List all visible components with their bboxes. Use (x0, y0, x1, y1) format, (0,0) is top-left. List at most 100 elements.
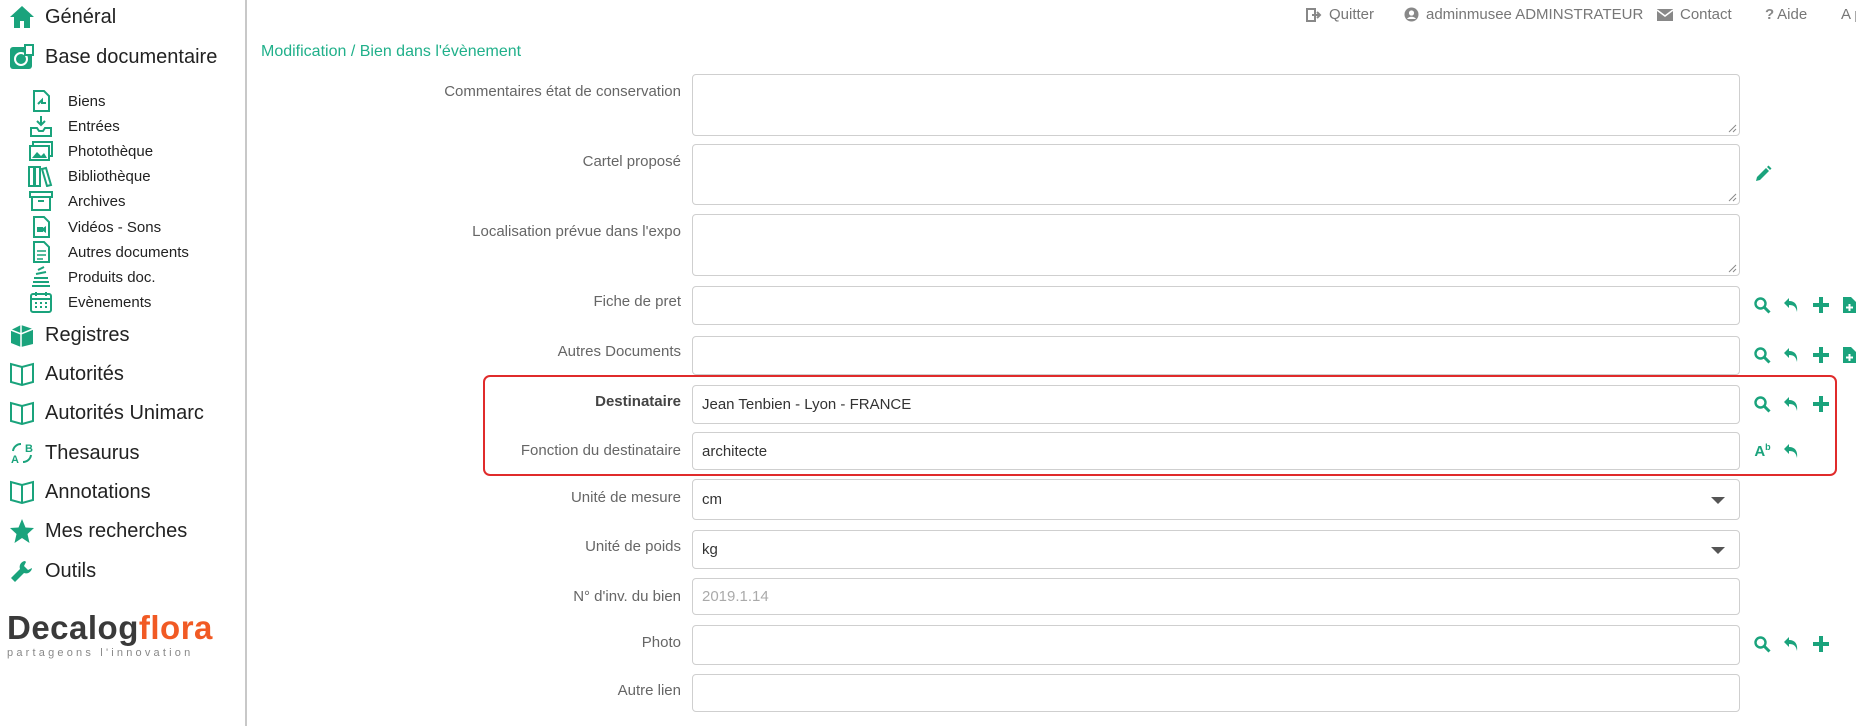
sidebar-item-label: Autorités (45, 362, 124, 385)
unite-poids-select[interactable]: kg (692, 530, 1740, 569)
sidebar-item-evenements[interactable]: Evènements (28, 290, 151, 314)
autre-lien-input[interactable] (692, 674, 1740, 712)
add-button[interactable] (1806, 392, 1835, 416)
file-text-icon (28, 240, 54, 264)
search-button[interactable] (1748, 392, 1777, 416)
file-arrow-icon (28, 89, 54, 113)
search-button[interactable] (1748, 343, 1777, 367)
cartel-textarea[interactable] (692, 144, 1740, 205)
sidebar-item-biens[interactable]: Biens (28, 89, 106, 113)
destinataire-label: Destinataire (595, 393, 681, 410)
sidebar-item-outils[interactable]: Outils (8, 556, 96, 586)
fonction-input[interactable]: architecte (692, 432, 1740, 470)
unite-mesure-select[interactable]: cm (692, 479, 1740, 520)
add-button[interactable] (1806, 293, 1835, 317)
file-plus-icon (1843, 347, 1856, 363)
undo-button[interactable] (1777, 439, 1806, 463)
book-icon (8, 360, 36, 388)
photo-label: Photo (641, 634, 681, 651)
archive-icon (28, 189, 54, 213)
new-document-button[interactable] (1835, 293, 1856, 317)
envelope-icon (1657, 8, 1673, 21)
sidebar-item-phototheque[interactable]: Photothèque (28, 139, 153, 163)
plus-icon (1812, 636, 1829, 652)
contact-link[interactable]: Contact (1657, 6, 1732, 23)
undo-button[interactable] (1777, 632, 1806, 656)
autre-lien-label: Autre lien (617, 682, 681, 699)
add-button[interactable] (1806, 632, 1835, 656)
video-file-icon (28, 215, 54, 239)
search-button[interactable] (1748, 293, 1777, 317)
add-button[interactable] (1806, 343, 1835, 367)
destinataire-actions (1748, 392, 1835, 416)
help-label: Aide (1777, 6, 1808, 23)
sidebar-item-autorites[interactable]: Autorités (8, 359, 124, 389)
sidebar-item-thesaurus[interactable]: AB Thesaurus (8, 438, 140, 468)
destinataire-value: Jean Tenbien - Lyon - FRANCE (702, 396, 912, 413)
help-link[interactable]: ? Aide (1765, 6, 1807, 23)
sidebar-item-mes-recherches[interactable]: Mes recherches (8, 516, 187, 546)
sidebar-item-videos-sons[interactable]: Vidéos - Sons (28, 215, 161, 239)
question-icon: ? (1765, 6, 1775, 23)
inventory-number-input: 2019.1.14 (692, 578, 1740, 615)
resize-handle-icon (1728, 124, 1737, 133)
fiche-actions (1748, 293, 1856, 317)
unite-poids-label: Unité de poids (585, 538, 681, 555)
user-link[interactable]: adminmusee ADMINSTRATEUR (1404, 6, 1643, 23)
undo-button[interactable] (1777, 392, 1806, 416)
top-bar: Quitter adminmusee ADMINSTRATEUR Contact… (1300, 6, 1856, 26)
pencil-icon (1755, 165, 1771, 181)
documents-icon (8, 43, 36, 71)
sidebar-item-base-documentaire[interactable]: Base documentaire (8, 42, 217, 72)
truncated-link[interactable]: A p (1841, 6, 1856, 23)
plus-icon (1812, 347, 1829, 363)
sidebar-item-annotations[interactable]: Annotations (8, 477, 151, 507)
sidebar-item-label: Annotations (45, 480, 151, 503)
sidebar-item-autorites-unimarc[interactable]: Autorités Unimarc (8, 398, 204, 428)
comments-textarea[interactable] (692, 74, 1740, 136)
user-label: adminmusee ADMINSTRATEUR (1426, 6, 1644, 23)
undo-button[interactable] (1777, 343, 1806, 367)
undo-icon (1784, 637, 1798, 651)
fiche-input[interactable] (692, 286, 1740, 325)
logo-part2: flora (138, 609, 213, 646)
plus-icon (1812, 396, 1829, 412)
svg-text:A: A (11, 454, 19, 465)
sidebar-item-bibliotheque[interactable]: Bibliothèque (28, 164, 151, 188)
search-button[interactable] (1748, 632, 1777, 656)
stack-icon (28, 265, 54, 289)
autres-documents-input[interactable] (692, 336, 1740, 375)
localisation-textarea[interactable] (692, 214, 1740, 276)
sidebar-item-registres[interactable]: Registres (8, 320, 129, 350)
undo-button[interactable] (1777, 293, 1806, 317)
sidebar-item-entrees[interactable]: Entrées (28, 114, 120, 138)
quit-link[interactable]: Quitter (1306, 6, 1374, 23)
fonction-value: architecte (702, 442, 768, 460)
text-format-button[interactable]: Ab (1748, 439, 1777, 463)
svg-text:B: B (25, 443, 33, 455)
quit-label: Quitter (1329, 6, 1375, 23)
logo-part1: Decalog (7, 609, 139, 646)
sidebar-item-archives[interactable]: Archives (28, 189, 126, 213)
new-document-button[interactable] (1835, 343, 1856, 367)
sidebar-item-produits-doc[interactable]: Produits doc. (28, 265, 156, 289)
search-icon (1754, 635, 1771, 653)
sidebar-item-label: Vidéos - Sons (68, 218, 162, 236)
photo-actions (1748, 632, 1835, 656)
edit-button[interactable] (1748, 162, 1777, 186)
photo-input[interactable] (692, 625, 1740, 665)
library-icon (28, 164, 54, 188)
sidebar-item-label: Photothèque (68, 142, 154, 160)
calendar-icon (28, 290, 54, 314)
cartel-label: Cartel proposé (582, 153, 681, 170)
destinataire-input[interactable]: Jean Tenbien - Lyon - FRANCE (692, 385, 1740, 424)
sidebar-item-label: Mes recherches (45, 519, 188, 542)
autres-documents-label: Autres Documents (557, 343, 681, 360)
sidebar-item-general[interactable]: Général (8, 2, 116, 32)
sidebar-item-autres-documents[interactable]: Autres documents (28, 240, 189, 264)
user-circle-icon (1404, 7, 1419, 22)
localisation-label: Localisation prévue dans l'expo (472, 223, 681, 240)
plus-icon (1812, 297, 1829, 313)
sidebar-item-label: Autorités Unimarc (45, 401, 204, 424)
unite-mesure-label: Unité de mesure (570, 489, 681, 506)
